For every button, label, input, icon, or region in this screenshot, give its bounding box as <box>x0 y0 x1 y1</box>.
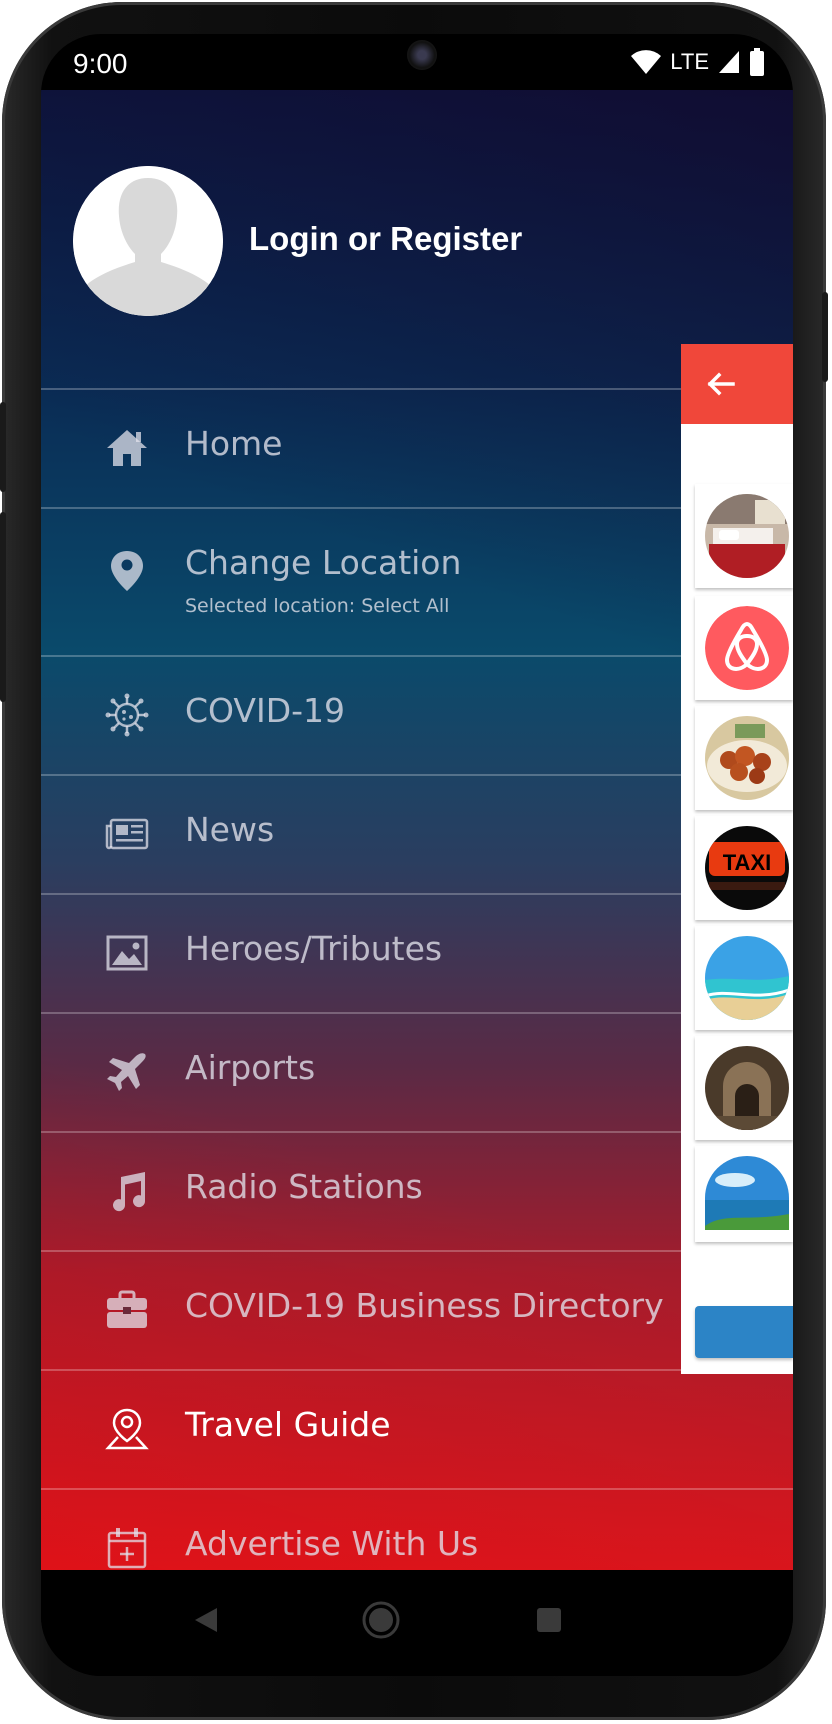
menu-item-label: Heroes/Tributes <box>185 929 443 968</box>
taxi-thumbnail: TAXI <box>705 826 789 910</box>
phone-frame: 9:00 LTE Login or Register Home Change L… <box>0 2 828 1720</box>
wifi-icon <box>631 50 662 74</box>
avatar[interactable] <box>73 166 223 316</box>
back-icon[interactable] <box>193 1606 219 1634</box>
category-card-hotels[interactable] <box>695 484 793 588</box>
airbnb-logo-thumbnail <box>705 606 789 690</box>
category-card-heritage[interactable] <box>695 1036 793 1140</box>
status-bar: 9:00 LTE <box>41 34 793 90</box>
taxi-sign-text: TAXI <box>723 850 771 875</box>
menu-item-label: COVID-19 <box>185 691 346 730</box>
travel-guide-panel: TAXI <box>681 344 793 1374</box>
menu-item-travel-guide[interactable]: Travel Guide <box>41 1369 793 1488</box>
menu-item-label: News <box>185 810 275 849</box>
home-circle-icon[interactable] <box>361 1600 401 1640</box>
menu-item-label: Travel Guide <box>185 1405 391 1444</box>
panel-action-button[interactable] <box>695 1306 793 1358</box>
music-note-icon <box>113 1172 146 1212</box>
status-icons: LTE <box>630 48 765 76</box>
image-icon <box>106 935 148 971</box>
status-time: 9:00 <box>73 48 128 79</box>
beach-thumbnail <box>705 936 789 1020</box>
menu-item-advertise[interactable]: Advertise With Us <box>41 1488 793 1570</box>
side-button <box>0 512 6 702</box>
menu-item-label: Change Location <box>185 543 462 582</box>
signal-icon <box>719 51 739 73</box>
battery-icon <box>750 48 764 76</box>
menu-item-label: Home <box>185 424 283 463</box>
briefcase-icon <box>107 1290 147 1328</box>
category-card-nature[interactable] <box>695 1146 793 1242</box>
system-nav-bar <box>41 1570 793 1676</box>
category-card-beaches[interactable] <box>695 926 793 1030</box>
newspaper-icon <box>105 818 149 850</box>
side-button <box>822 292 828 382</box>
category-card-airbnb[interactable] <box>695 596 793 700</box>
user-placeholder-icon <box>73 166 223 316</box>
login-register-link[interactable]: Login or Register <box>249 220 522 258</box>
recents-square-icon[interactable] <box>537 1608 561 1632</box>
app-content: Login or Register Home Change Location S… <box>41 90 793 1570</box>
map-pin-icon <box>105 1408 149 1450</box>
category-card-taxi[interactable]: TAXI <box>695 816 793 920</box>
menu-item-label: COVID-19 Business Directory <box>185 1286 664 1325</box>
menu-item-label: Airports <box>185 1048 316 1087</box>
panel-header <box>681 344 793 424</box>
arrow-left-icon[interactable] <box>705 368 737 400</box>
calendar-add-icon <box>107 1528 147 1569</box>
old-archway-thumbnail <box>705 1046 789 1130</box>
front-camera <box>407 40 437 70</box>
screen: 9:00 LTE Login or Register Home Change L… <box>41 34 793 1676</box>
selected-location-text: Selected location: Select All <box>185 595 450 617</box>
airplane-icon <box>107 1053 146 1091</box>
location-pin-icon <box>111 551 143 591</box>
hotel-room-thumbnail <box>705 494 789 578</box>
side-button <box>0 402 6 492</box>
coastline-thumbnail <box>705 1156 789 1230</box>
menu-item-label: Advertise With Us <box>185 1524 479 1563</box>
food-thumbnail <box>705 716 789 800</box>
category-card-food[interactable] <box>695 706 793 810</box>
menu-item-label: Radio Stations <box>185 1167 423 1206</box>
virus-icon <box>105 693 149 737</box>
home-icon <box>107 430 147 466</box>
network-type: LTE <box>670 49 709 74</box>
